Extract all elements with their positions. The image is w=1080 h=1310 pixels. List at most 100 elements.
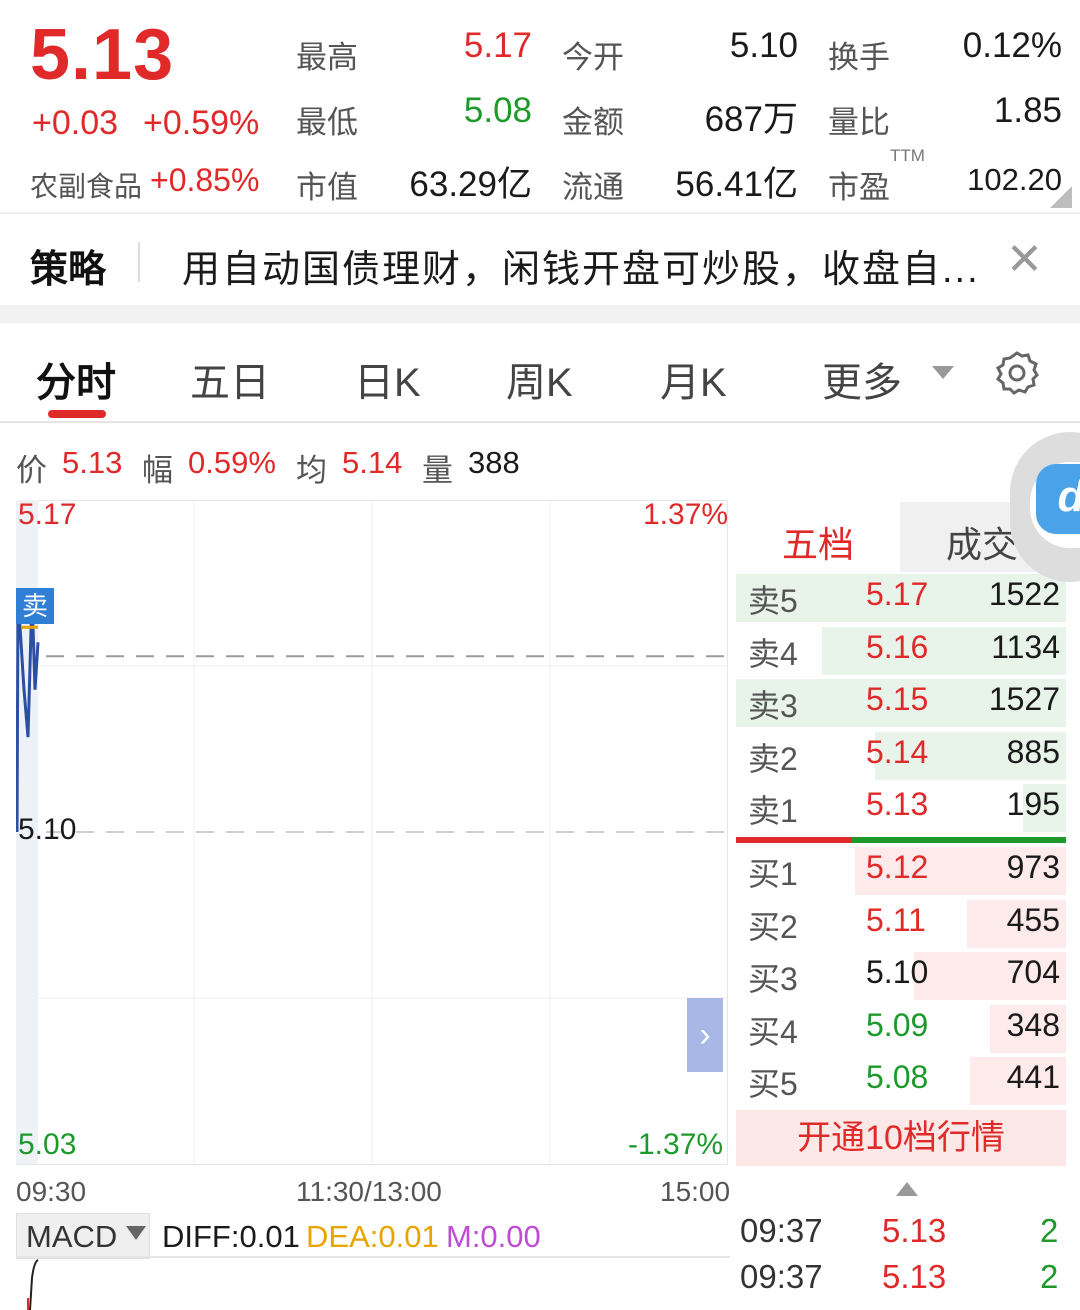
bid-volume: 973 <box>1006 849 1060 885</box>
stat-value: 63.29亿 <box>409 165 532 204</box>
ask-volume: 885 <box>1006 733 1060 770</box>
last-price: 5.13 <box>30 15 175 95</box>
ask-price: 5.16 <box>866 628 929 665</box>
tab-intraday[interactable]: 分时 <box>36 350 116 408</box>
trade-time: 09:37 <box>740 1212 823 1249</box>
bid-row[interactable]: 买3 5.10 704 <box>736 950 1066 1001</box>
sell-marker[interactable]: 卖 <box>16 588 54 624</box>
open-10-levels-button[interactable]: 开通10档行情 <box>736 1110 1066 1166</box>
bid-volume: 704 <box>1006 954 1060 991</box>
active-tab-indicator <box>48 410 106 418</box>
ask-price: 5.17 <box>866 576 929 612</box>
bid-level-name: 买4 <box>748 1013 798 1050</box>
ttm-label: TTM <box>890 146 925 165</box>
tab-daily-k[interactable]: 日K <box>354 350 421 408</box>
ask-row[interactable]: 卖5 5.17 1522 <box>736 572 1066 622</box>
bid-row[interactable]: 买2 5.11 455 <box>736 898 1066 948</box>
macd-chart <box>27 1259 39 1310</box>
gear-icon[interactable] <box>994 350 1040 396</box>
ask-level-name: 卖5 <box>748 583 798 619</box>
divider <box>0 421 1080 423</box>
info-price-label: 价 <box>16 453 47 488</box>
tab-five-levels-label: 五档 <box>782 524 855 565</box>
ask-row[interactable]: 卖3 5.15 1527 <box>736 677 1066 728</box>
ask-bid-separator <box>736 837 852 843</box>
bid-level-name: 买5 <box>748 1066 798 1103</box>
ask-row[interactable]: 卖4 5.16 1134 <box>736 625 1066 675</box>
y-axis-mid: 5.10 <box>18 813 77 846</box>
stat-label: 量比 <box>828 105 890 140</box>
time-axis-start: 09:30 <box>16 1176 87 1207</box>
stat-value: 1.85 <box>993 91 1062 130</box>
time-axis-mid: 11:30/13:00 <box>296 1176 442 1207</box>
tab-more[interactable]: 更多 <box>822 350 902 408</box>
ask-price: 5.13 <box>866 786 929 823</box>
stat-label: 最低 <box>296 105 358 140</box>
divider <box>138 242 140 282</box>
assistant-logo-icon[interactable]: d <box>1036 464 1080 534</box>
macd-diff: DIFF:0.01 <box>162 1219 300 1254</box>
info-amp-label: 幅 <box>142 453 173 488</box>
bid-row[interactable]: 买5 5.08 441 <box>736 1055 1066 1106</box>
info-price-value: 5.13 <box>62 445 123 480</box>
divider <box>16 1256 730 1258</box>
bid-volume: 348 <box>1006 1006 1060 1043</box>
stat-value: 687万 <box>704 100 798 139</box>
info-vol-value: 388 <box>468 445 520 480</box>
y-axis-pct-high: 1.37% <box>643 498 729 531</box>
macd-m: M:0.00 <box>446 1219 541 1254</box>
bid-price: 5.08 <box>866 1059 929 1096</box>
time-axis-end: 15:00 <box>660 1176 731 1207</box>
tab-monthly-k[interactable]: 月K <box>660 350 727 408</box>
bid-level-name: 买3 <box>748 961 798 998</box>
strategy-banner-text[interactable]: 用自动国债理财，闲钱开盘可炒股，收盘自... <box>182 238 980 293</box>
tab-five-day[interactable]: 五日 <box>190 350 270 408</box>
stat-value: 0.12% <box>962 26 1062 65</box>
bid-price: 5.12 <box>866 849 929 885</box>
trade-volume: 2 <box>1040 1258 1059 1295</box>
y-axis-high: 5.17 <box>18 498 77 531</box>
bid-price: 5.09 <box>866 1006 929 1043</box>
stat-value: 5.10 <box>729 26 798 65</box>
stat-label: 金额 <box>562 105 624 140</box>
change-percent: +0.59% <box>143 104 260 142</box>
y-axis-low: 5.03 <box>18 1128 77 1161</box>
trade-time: 09:37 <box>740 1258 823 1295</box>
chevron-right-icon[interactable]: › <box>687 998 723 1072</box>
ask-row[interactable]: 卖2 5.14 885 <box>736 730 1066 780</box>
bid-level-name: 买1 <box>748 856 798 892</box>
info-avg-label: 均 <box>296 453 327 488</box>
strategy-title: 策略 <box>30 249 107 291</box>
chevron-down-icon[interactable] <box>932 366 954 379</box>
chevron-down-icon[interactable] <box>126 1226 146 1240</box>
ask-row[interactable]: 卖1 5.13 195 <box>736 782 1066 833</box>
y-axis-pct-low: -1.37% <box>628 1128 724 1161</box>
ask-level-name: 卖2 <box>748 740 798 777</box>
trade-price: 5.13 <box>882 1258 947 1295</box>
stat-value: 5.17 <box>463 26 532 65</box>
sector-change[interactable]: +0.85% <box>150 162 259 199</box>
bid-row[interactable]: 买4 5.09 348 <box>736 1003 1066 1053</box>
stat-label: 最高 <box>296 40 358 75</box>
intraday-chart[interactable] <box>16 500 730 1166</box>
bid-price: 5.10 <box>866 954 929 991</box>
chevron-up-icon[interactable] <box>896 1182 918 1196</box>
indicator-label[interactable]: MACD <box>26 1219 117 1255</box>
ask-volume: 1134 <box>991 628 1060 665</box>
tab-weekly-k[interactable]: 周K <box>506 350 573 408</box>
info-amp-value: 0.59% <box>188 445 276 480</box>
ask-price: 5.15 <box>866 681 929 718</box>
info-vol-label: 量 <box>422 453 453 488</box>
sector-name[interactable]: 农副食品 <box>30 165 142 205</box>
section-separator <box>0 305 1080 323</box>
ask-level-name: 卖1 <box>748 793 798 830</box>
ask-price: 5.14 <box>866 733 929 770</box>
trade-volume: 2 <box>1040 1212 1059 1249</box>
bid-row[interactable]: 买1 5.12 973 <box>736 845 1066 895</box>
stat-label: 流通 <box>562 170 624 205</box>
ask-level-name: 卖3 <box>748 688 798 725</box>
trade-price: 5.13 <box>882 1212 947 1249</box>
ask-volume: 1527 <box>988 681 1060 718</box>
close-icon[interactable]: ✕ <box>1006 234 1043 285</box>
expand-corner-icon[interactable] <box>1050 186 1072 208</box>
